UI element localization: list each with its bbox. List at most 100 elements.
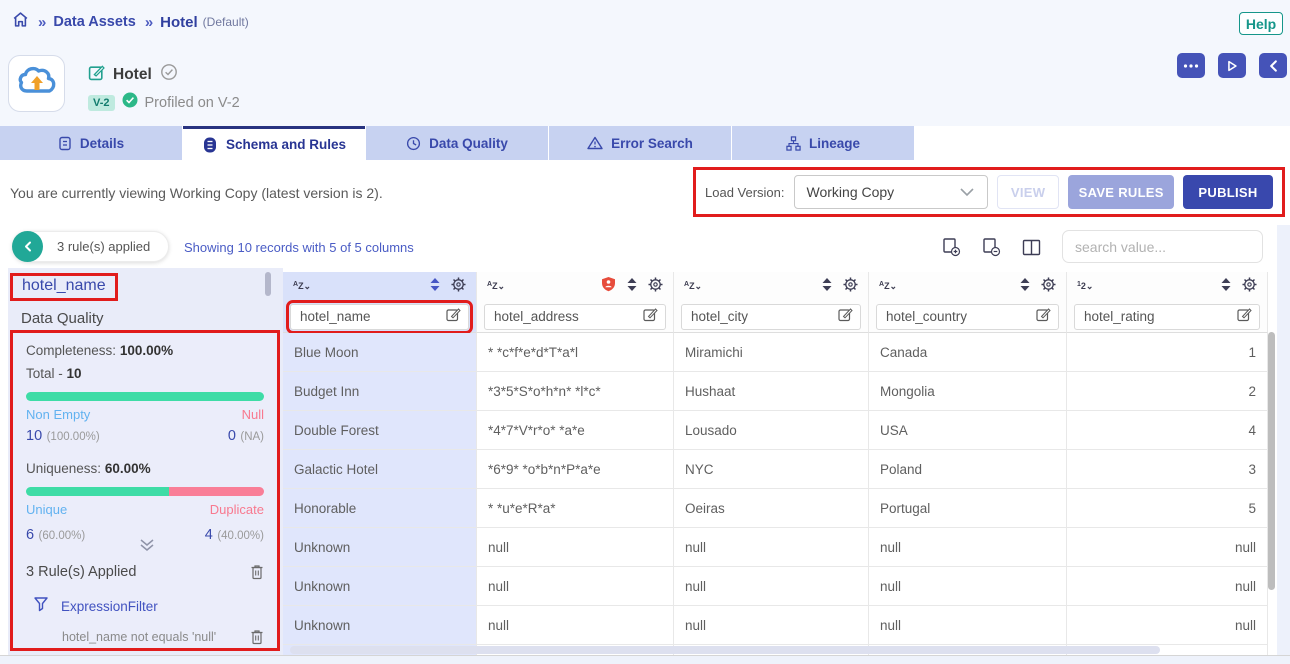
table-cell[interactable]: null [869, 567, 1067, 606]
tab-error-search[interactable]: Error Search [549, 126, 731, 160]
vertical-scrollbar[interactable] [1268, 332, 1275, 590]
table-cell[interactable]: null [674, 606, 869, 645]
table-cell[interactable]: *4*7*V*r*o* *a*e [477, 411, 674, 450]
rename-column-icon[interactable] [838, 307, 853, 327]
table-cell[interactable]: Honorable [283, 489, 477, 528]
breadcrumb-data-assets[interactable]: Data Assets [53, 14, 135, 30]
table-cell[interactable]: null [1067, 567, 1268, 606]
table-cell[interactable]: 5 [1067, 489, 1268, 528]
collapse-panel-icon[interactable] [12, 231, 43, 262]
table-cell[interactable]: null [1067, 606, 1268, 645]
table-cell[interactable]: 1 [1067, 333, 1268, 372]
table-cell[interactable]: null [674, 567, 869, 606]
column-name-input[interactable]: hotel_city [681, 304, 861, 330]
right-gutter [1277, 225, 1290, 655]
table-cell[interactable]: Budget Inn [283, 372, 477, 411]
delete-all-rules-icon[interactable] [250, 564, 264, 580]
table-cell[interactable]: Unknown [283, 528, 477, 567]
sort-icon[interactable] [1220, 277, 1232, 297]
tab-bar: Details Schema and Rules Data Quality Er… [0, 126, 915, 160]
table-row: Honorable* *u*e*R*a*OeirasPortugal5 [283, 489, 1268, 528]
tab-data-quality[interactable]: Data Quality [366, 126, 548, 160]
home-icon[interactable] [12, 11, 29, 33]
table-cell[interactable]: 3 [1067, 450, 1268, 489]
table-cell[interactable]: null [674, 528, 869, 567]
panel-scrollbar[interactable] [265, 272, 271, 296]
table-cell[interactable]: *3*5*S*o*h*n* *l*c* [477, 372, 674, 411]
table-cell[interactable]: null [869, 528, 1067, 567]
column-name-input[interactable]: hotel_rating [1074, 304, 1260, 330]
table-cell[interactable]: Poland [869, 450, 1067, 489]
table-cell[interactable]: Blue Moon [283, 333, 477, 372]
add-column-icon[interactable] [941, 237, 962, 263]
tab-details[interactable]: Details [0, 126, 182, 160]
table-cell[interactable]: USA [869, 411, 1067, 450]
rules-applied-pill[interactable]: 3 rule(s) applied [12, 231, 169, 262]
table-row: Double Forest*4*7*V*r*o* *a*eLousadoUSA4 [283, 411, 1268, 450]
table-cell[interactable]: null [1067, 528, 1268, 567]
column-settings-icon[interactable] [1242, 277, 1257, 297]
rename-column-icon[interactable] [643, 307, 658, 327]
table-cell[interactable]: null [477, 567, 674, 606]
collapse-back-button[interactable] [1259, 53, 1287, 78]
save-rules-button[interactable]: SAVE RULES [1068, 175, 1174, 209]
delete-rule-icon[interactable] [250, 629, 264, 645]
remove-column-icon[interactable] [981, 237, 1002, 263]
sort-icon[interactable] [821, 277, 833, 297]
table-cell[interactable]: NYC [674, 450, 869, 489]
text-type-icon: AZ⌄ [293, 281, 311, 292]
breadcrumb-hotel[interactable]: Hotel [160, 14, 198, 31]
table-cell[interactable]: 2 [1067, 372, 1268, 411]
table-cell[interactable]: null [477, 606, 674, 645]
sort-icon[interactable] [429, 277, 441, 297]
column-settings-icon[interactable] [843, 277, 858, 297]
table-cell[interactable]: Canada [869, 333, 1067, 372]
more-actions-button[interactable] [1177, 53, 1205, 78]
view-button[interactable]: VIEW [997, 175, 1060, 209]
table-cell[interactable]: *6*9* *o*b*n*P*a*e [477, 450, 674, 489]
table-cell[interactable]: Oeiras [674, 489, 869, 528]
help-button[interactable]: Help [1239, 12, 1283, 35]
column-header: AZ⌄ [477, 272, 674, 301]
grid-header-icons-row: AZ⌄AZ⌄AZ⌄AZ⌄12⌄ [283, 272, 1268, 301]
sort-icon[interactable] [626, 277, 638, 297]
table-cell[interactable]: null [477, 528, 674, 567]
table-cell[interactable]: * *c*f*e*d*T*a*l [477, 333, 674, 372]
table-cell[interactable]: Lousado [674, 411, 869, 450]
table-cell[interactable]: null [869, 606, 1067, 645]
column-settings-icon[interactable] [648, 277, 663, 297]
run-profile-button[interactable] [1218, 53, 1246, 78]
rename-column-icon[interactable] [1036, 307, 1051, 327]
column-settings-icon[interactable] [451, 277, 466, 297]
horizontal-scrollbar[interactable] [290, 646, 1160, 654]
table-cell[interactable]: Mongolia [869, 372, 1067, 411]
rule-type-link[interactable]: ExpressionFilter [61, 599, 158, 614]
table-cell[interactable]: Double Forest [283, 411, 477, 450]
version-select[interactable]: Working Copy [794, 175, 988, 209]
column-layout-icon[interactable] [1022, 239, 1041, 261]
table-cell[interactable]: Portugal [869, 489, 1067, 528]
table-cell[interactable]: Unknown [283, 567, 477, 606]
table-cell[interactable]: Hushaat [674, 372, 869, 411]
column-name-input[interactable]: hotel_country [876, 304, 1059, 330]
uniqueness-row: Uniqueness: 60.00% [26, 461, 264, 476]
table-cell[interactable]: * *u*e*R*a* [477, 489, 674, 528]
publish-button[interactable]: PUBLISH [1183, 175, 1273, 209]
expand-chevron-icon[interactable] [137, 538, 157, 557]
tab-label: Lineage [809, 136, 860, 151]
table-cell[interactable]: 4 [1067, 411, 1268, 450]
rename-column-icon[interactable] [1237, 307, 1252, 327]
table-cell[interactable]: Galactic Hotel [283, 450, 477, 489]
rename-column-icon[interactable] [446, 307, 461, 327]
tab-schema-and-rules[interactable]: Schema and Rules [183, 126, 365, 160]
column-name-input[interactable]: hotel_address [484, 304, 666, 330]
search-input[interactable] [1062, 230, 1263, 263]
table-cell[interactable]: Miramichi [674, 333, 869, 372]
rule-detail-text: hotel_name not equals 'null' [62, 630, 216, 644]
edit-asset-icon[interactable] [88, 64, 105, 86]
table-cell[interactable]: Unknown [283, 606, 477, 645]
column-settings-icon[interactable] [1041, 277, 1056, 297]
column-name-input[interactable]: hotel_name [290, 304, 469, 330]
tab-lineage[interactable]: Lineage [732, 126, 914, 160]
sort-icon[interactable] [1019, 277, 1031, 297]
